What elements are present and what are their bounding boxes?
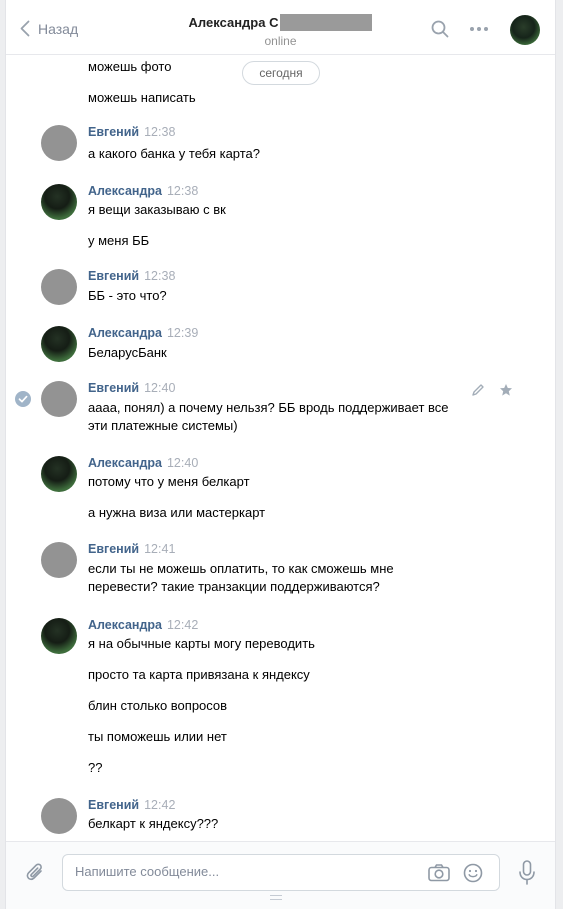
message-time: 12:40 (144, 381, 176, 395)
avatar[interactable] (41, 456, 77, 492)
date-divider: сегодня (242, 61, 320, 85)
author-name[interactable]: Евгений (88, 269, 139, 283)
author-name[interactable]: Александра (88, 456, 162, 470)
author-name[interactable]: Евгений (88, 798, 139, 812)
contact-name-text: Александра С (188, 15, 279, 30)
avatar[interactable] (41, 798, 77, 834)
avatar[interactable] (41, 542, 77, 578)
message-text: у меня ББ (88, 233, 150, 248)
message-text: потому что у меня белкарт (88, 474, 250, 489)
message-input-box[interactable] (62, 854, 500, 891)
message-time: 12:41 (144, 542, 176, 556)
message-actions (471, 383, 513, 397)
search-icon[interactable] (431, 20, 449, 38)
online-status: online (264, 34, 297, 48)
avatar[interactable] (41, 326, 77, 362)
message-line: можешь фото (88, 59, 172, 74)
resize-grip[interactable] (270, 895, 282, 900)
author-name[interactable]: Александра (88, 326, 162, 340)
check-icon (18, 395, 28, 403)
message-line: можешь написать (88, 90, 196, 105)
message-text: ББ - это что? (88, 288, 167, 303)
message-text: я вещи заказываю с вк (88, 202, 226, 217)
contact-name: Александра С (189, 14, 373, 31)
message-text: если ты не можешь оплатить, то как сможе… (88, 561, 394, 594)
pencil-icon[interactable] (471, 383, 485, 397)
author-name[interactable]: Александра (88, 184, 162, 198)
message-text: БеларусБанк (88, 345, 167, 360)
camera-icon[interactable] (428, 864, 450, 882)
smile-icon[interactable] (463, 863, 483, 883)
author-name[interactable]: Евгений (88, 125, 139, 139)
author-name[interactable]: Евгений (88, 381, 139, 395)
author-name[interactable]: Александра (88, 618, 162, 632)
message-header: Евгений 12:38 (88, 269, 175, 283)
select-check-icon[interactable] (15, 391, 31, 407)
message-header: Евгений 12:41 (88, 542, 175, 556)
avatar[interactable] (41, 381, 77, 417)
message-header: Евгений 12:42 (88, 798, 175, 812)
message-text: аааа, понял) а почему нельзя? ББ вродь п… (88, 400, 449, 433)
avatar[interactable] (41, 269, 77, 305)
message-time: 12:42 (166, 618, 199, 632)
message-text: а какого банка у тебя карта? (88, 146, 261, 161)
message-time: 12:38 (166, 184, 199, 198)
microphone-icon[interactable] (518, 860, 536, 886)
message-header: Евгений 12:38 (88, 125, 175, 139)
message-text: блин столько вопросов (88, 698, 228, 713)
message-history[interactable]: сегодня можешь фото можешь написать Евге… (6, 55, 555, 841)
message-header: Александра 12:39 (88, 326, 198, 340)
message-time: 12:38 (144, 269, 176, 283)
contact-avatar[interactable] (510, 15, 540, 45)
paperclip-icon[interactable] (26, 862, 46, 884)
avatar[interactable] (41, 125, 77, 161)
message-text: а нужна виза или мастеркарт (88, 505, 266, 520)
message-text: ты поможешь илии нет (88, 729, 227, 744)
message-text: просто та карта привязана к яндексу (88, 667, 310, 682)
message-time: 12:42 (144, 798, 176, 812)
more-dots-icon[interactable] (469, 26, 489, 32)
message-text: белкарт к яндексу??? (88, 816, 219, 831)
message-header: Александра 12:38 (88, 184, 198, 198)
avatar[interactable] (41, 184, 77, 220)
chat-header: Назад Александра С online (6, 0, 555, 55)
message-header: Евгений 12:40 (88, 381, 175, 395)
message-text: ?? (88, 760, 103, 775)
message-input[interactable] (75, 864, 415, 879)
chat-window: Назад Александра С online сегодня можешь… (5, 0, 556, 909)
message-header: Александра 12:40 (88, 456, 198, 470)
author-name[interactable]: Евгений (88, 542, 139, 556)
message-time: 12:39 (166, 326, 199, 340)
avatar[interactable] (41, 618, 77, 654)
message-header: Александра 12:42 (88, 618, 198, 632)
message-text: я на обычные карты могу переводить (88, 636, 315, 651)
message-time: 12:40 (166, 456, 199, 470)
redaction-block (280, 14, 373, 31)
message-time: 12:38 (144, 125, 176, 139)
star-icon[interactable] (499, 383, 513, 397)
